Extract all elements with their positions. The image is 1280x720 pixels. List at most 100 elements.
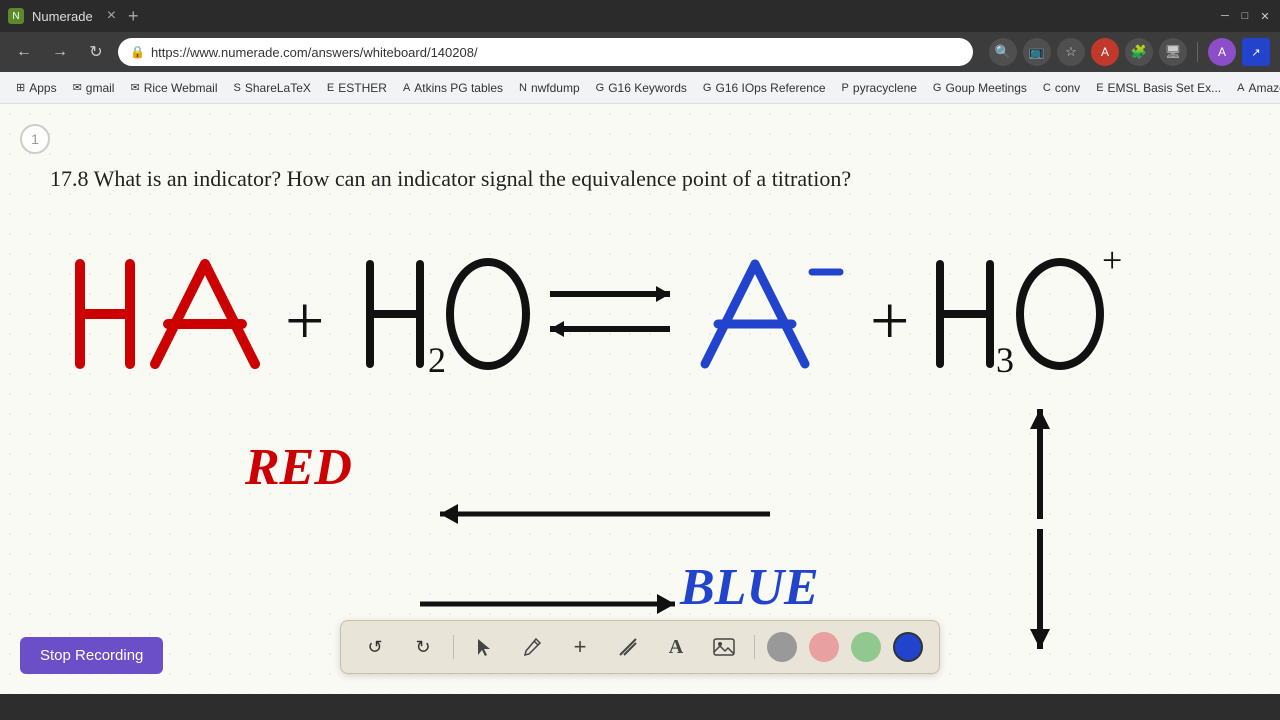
bookmarks-bar: ⊞ Apps ✉ gmail ✉ Rice Webmail S ShareLaT… [0, 72, 1280, 104]
svg-text:3: 3 [996, 340, 1014, 380]
bookmark-g16iops-label: G16 IOps Reference [715, 81, 825, 95]
color-pink[interactable] [809, 632, 839, 662]
bookmark-pyracyclene[interactable]: P pyracyclene [836, 79, 923, 97]
eraser-tool[interactable] [610, 629, 646, 665]
bookmark-sharelatex-label: ShareLaTeX [245, 81, 311, 95]
whiteboard[interactable]: 1 17.8 What is an indicator? How can an … [0, 104, 1280, 694]
nwfdump-icon: N [519, 82, 527, 94]
bookmark-rice-webmail[interactable]: ✉ Rice Webmail [124, 79, 223, 97]
drawing-toolbar: ↺ ↻ + A [340, 620, 940, 674]
atkins-icon: A [403, 82, 410, 94]
page-content: 1 17.8 What is an indicator? How can an … [0, 104, 1280, 694]
text-tool[interactable]: A [658, 629, 694, 665]
bookmark-amazon[interactable]: A Amazon [1231, 79, 1280, 97]
bookmark-rice-label: Rice Webmail [144, 81, 218, 95]
cast-icon[interactable]: 📺 [1023, 38, 1051, 66]
forward-button[interactable]: → [46, 38, 74, 66]
tab-close-btn[interactable]: × [107, 7, 116, 25]
svg-text:BLUE: BLUE [679, 559, 819, 616]
bookmark-conv-label: conv [1055, 81, 1080, 95]
bookmark-apps[interactable]: ⊞ Apps [10, 79, 63, 97]
svg-text:+: + [1102, 240, 1122, 280]
pen-tool[interactable] [514, 629, 550, 665]
gmail-icon: ✉ [73, 81, 82, 94]
bookmark-sharelatex[interactable]: S ShareLaTeX [228, 79, 317, 97]
extensions-icon[interactable]: 🧩 [1125, 38, 1153, 66]
bookmark-emsl-label: EMSL Basis Set Ex... [1108, 81, 1222, 95]
toolbar-separator-1 [453, 635, 454, 659]
toolbar-separator-2 [754, 635, 755, 659]
undo-button[interactable]: ↺ [357, 629, 393, 665]
bookmark-gmail[interactable]: ✉ gmail [67, 79, 121, 97]
bookmark-atkins[interactable]: A Atkins PG tables [397, 79, 509, 97]
address-bar: ← → ↻ 🔒 https://www.numerade.com/answers… [0, 32, 1280, 72]
cursor-icon [474, 637, 494, 657]
bookmark-nwfdump-label: nwfdump [531, 81, 580, 95]
sharelatex-icon: S [234, 82, 241, 94]
bookmark-g16kw-label: G16 Keywords [608, 81, 687, 95]
browser-window: N Numerade × + ─ □ ✕ ← → ↻ 🔒 https://www… [0, 0, 1280, 694]
maximize-btn[interactable]: □ [1238, 9, 1252, 23]
url-text: https://www.numerade.com/answers/whitebo… [151, 45, 478, 60]
page-number: 1 [20, 124, 50, 154]
tab-title: Numerade [32, 9, 93, 24]
esther-icon: E [327, 82, 334, 94]
bookmark-g16iops[interactable]: G G16 IOps Reference [697, 79, 832, 97]
bookmark-apps-label: Apps [29, 81, 56, 95]
bookmark-goup[interactable]: G Goup Meetings [927, 79, 1033, 97]
eraser-icon [618, 637, 638, 657]
g16iops-icon: G [703, 82, 712, 94]
image-icon [713, 638, 735, 656]
refresh-button[interactable]: ↻ [82, 38, 110, 66]
image-tool[interactable] [706, 629, 742, 665]
screen-icon[interactable]: 🖥 [1159, 38, 1187, 66]
stop-recording-button[interactable]: Stop Recording [20, 637, 163, 674]
rice-icon: ✉ [130, 81, 139, 94]
bookmark-esther[interactable]: E ESTHER [321, 79, 393, 97]
apps-icon: ⊞ [16, 81, 25, 94]
add-tool[interactable]: + [562, 629, 598, 665]
title-bar: N Numerade × + ─ □ ✕ [0, 0, 1280, 32]
color-blue[interactable] [893, 632, 923, 662]
bookmark-atkins-label: Atkins PG tables [414, 81, 503, 95]
url-bar[interactable]: 🔒 https://www.numerade.com/answers/white… [118, 38, 973, 66]
bookmark-g16keywords[interactable]: G G16 Keywords [590, 79, 693, 97]
back-button[interactable]: ← [10, 38, 38, 66]
svg-text:2: 2 [428, 340, 446, 380]
g16kw-icon: G [596, 82, 605, 94]
account-icon[interactable]: A [1091, 38, 1119, 66]
bookmark-amazon-label: Amazon [1248, 81, 1280, 95]
profile-icon[interactable]: A [1208, 38, 1236, 66]
bookmark-goup-label: Goup Meetings [945, 81, 1026, 95]
color-gray[interactable] [767, 632, 797, 662]
extension-puzzle-icon[interactable]: ↗ [1242, 38, 1270, 66]
color-green[interactable] [851, 632, 881, 662]
emsl-icon: E [1096, 82, 1103, 94]
bookmark-pyracyclene-label: pyracyclene [853, 81, 917, 95]
select-tool[interactable] [466, 629, 502, 665]
goup-icon: G [933, 82, 942, 94]
new-tab-btn[interactable]: + [128, 6, 139, 27]
search-icon[interactable]: 🔍 [989, 38, 1017, 66]
tab-favicon: N [8, 8, 24, 24]
svg-text:+: + [285, 283, 324, 360]
minimize-btn[interactable]: ─ [1218, 9, 1232, 23]
bookmark-gmail-label: gmail [86, 81, 115, 95]
amazon-icon: A [1237, 82, 1244, 94]
window-controls: ─ □ ✕ [1218, 9, 1272, 23]
bookmark-conv[interactable]: C conv [1037, 79, 1086, 97]
close-btn[interactable]: ✕ [1258, 9, 1272, 23]
pyracyclene-icon: P [842, 82, 849, 94]
svg-text:RED: RED [244, 439, 352, 496]
bookmark-emsl[interactable]: E EMSL Basis Set Ex... [1090, 79, 1227, 97]
bookmark-esther-label: ESTHER [338, 81, 387, 95]
conv-icon: C [1043, 82, 1051, 94]
lock-icon: 🔒 [130, 45, 145, 59]
star-icon[interactable]: ☆ [1057, 38, 1085, 66]
bookmark-nwfdump[interactable]: N nwfdump [513, 79, 586, 97]
question-text: 17.8 What is an indicator? How can an in… [50, 164, 1230, 195]
redo-button[interactable]: ↻ [405, 629, 441, 665]
browser-actions: 🔍 📺 ☆ A 🧩 🖥 A ↗ [989, 38, 1270, 66]
svg-text:+: + [870, 283, 909, 360]
pen-icon [522, 637, 542, 657]
